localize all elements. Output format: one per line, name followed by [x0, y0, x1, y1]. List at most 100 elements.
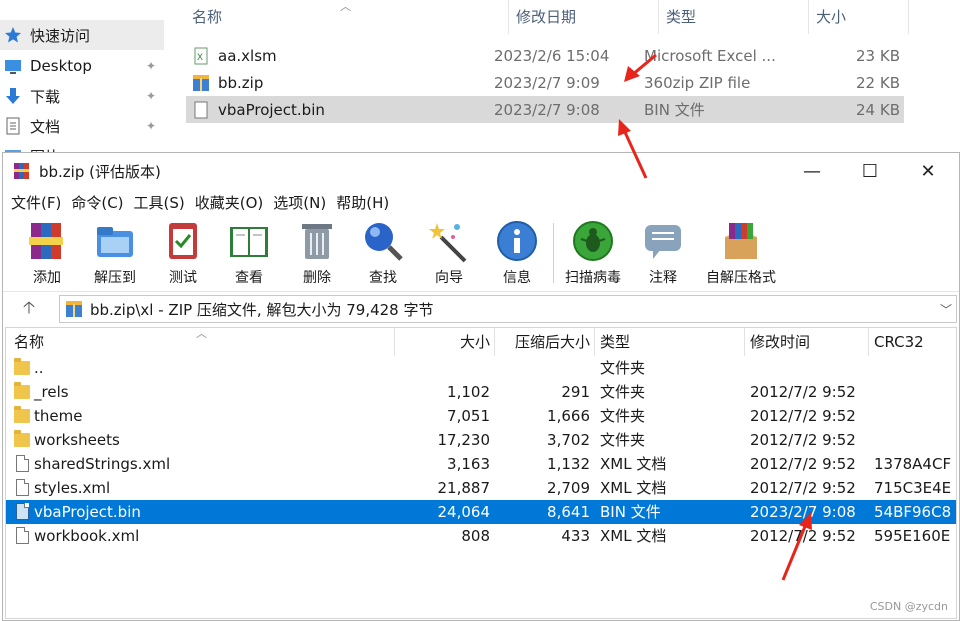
sort-up-icon: ︿	[340, 0, 351, 13]
nav-desktop[interactable]: Desktop ✦	[0, 51, 164, 81]
excel-file-icon: X	[192, 47, 210, 65]
chevron-down-icon[interactable]: ﹀	[936, 301, 956, 318]
list-header-packed[interactable]: 压缩后大小	[494, 328, 590, 356]
item-size: 808	[461, 527, 490, 545]
item-packed: 2,709	[547, 479, 590, 497]
wizard-button[interactable]: 向导	[417, 219, 481, 287]
file-row[interactable]: X aa.xlsm 2023/2/6 15:04 Microsoft Excel…	[186, 42, 904, 69]
list-item[interactable]: styles.xml 21,887 2,709 XML 文档 2012/7/2 …	[6, 476, 956, 500]
menu-commands[interactable]: 命令(C)	[71, 192, 123, 213]
delete-button[interactable]: 删除	[285, 219, 349, 287]
winrar-window: bb.zip (评估版本) — ☐ ✕ 文件(F) 命令(C) 工具(S) 收藏…	[2, 152, 960, 621]
item-type: BIN 文件	[600, 503, 661, 521]
file-size: 24 KB	[856, 100, 900, 119]
file-row[interactable]: bb.zip 2023/2/7 9:09 360zip ZIP file 22 …	[186, 69, 904, 96]
file-row-selected[interactable]: vbaProject.bin 2023/2/7 9:08 BIN 文件 24 K…	[186, 96, 904, 123]
svg-text:X: X	[197, 52, 203, 62]
folder-icon	[14, 382, 30, 401]
list-header-modified[interactable]: 修改时间	[750, 328, 810, 356]
nav-downloads-label: 下载	[30, 87, 61, 106]
menu-file[interactable]: 文件(F)	[11, 192, 61, 213]
documents-icon	[4, 117, 22, 135]
list-item-selected[interactable]: vbaProject.bin 24,064 8,641 BIN 文件 2023/…	[6, 500, 956, 524]
item-type: XML 文档	[600, 527, 667, 545]
menu-options[interactable]: 选项(N)	[273, 192, 326, 213]
item-packed: 8,641	[547, 503, 590, 521]
menu-tools[interactable]: 工具(S)	[134, 192, 185, 213]
pin-icon[interactable]: ✦	[144, 89, 158, 103]
column-header-type[interactable]: 类型	[658, 0, 696, 34]
item-type: XML 文档	[600, 479, 667, 497]
add-button[interactable]: 添加	[15, 219, 79, 287]
sfx-button[interactable]: 自解压格式	[703, 219, 779, 287]
file-type: Microsoft Excel ...	[644, 46, 776, 65]
virus-scan-button[interactable]: 扫描病毒	[561, 219, 625, 287]
add-archive-icon	[25, 219, 69, 263]
column-header-name[interactable]: 名称	[184, 0, 222, 34]
item-type: 文件夹	[600, 431, 646, 449]
sort-up-icon: ︿	[196, 327, 207, 340]
item-type: XML 文档	[600, 455, 667, 473]
test-button[interactable]: 测试	[151, 219, 215, 287]
info-button[interactable]: 信息	[485, 219, 549, 287]
folder-icon	[14, 430, 30, 449]
title-bar[interactable]: bb.zip (评估版本) — ☐ ✕	[3, 153, 959, 189]
window-title: bb.zip (评估版本)	[39, 162, 161, 181]
list-item[interactable]: sharedStrings.xml 3,163 1,132 XML 文档 201…	[6, 452, 956, 476]
find-button[interactable]: 查找	[351, 219, 415, 287]
item-crc: 54BF96C8	[874, 503, 952, 521]
list-item[interactable]: _rels 1,102 291 文件夹 2012/7/2 9:52	[6, 380, 956, 404]
close-button[interactable]: ✕	[899, 153, 957, 189]
toolbar: 添加 解压到 测试 查看 删除 查找 向导 信息 扫描病毒 注释 自解压格式	[3, 217, 959, 289]
maximize-button[interactable]: ☐	[841, 153, 899, 189]
list-item[interactable]: .. 文件夹	[6, 356, 956, 380]
item-modified: 2012/7/2 9:52	[750, 407, 856, 425]
view-button[interactable]: 查看	[217, 219, 281, 287]
file-list-pane: 名称 ︿ 修改日期 类型 大小 X aa.xlsm 2023/2/6 15:04…	[164, 0, 960, 160]
item-packed: 1,132	[547, 455, 590, 473]
address-text: bb.zip\xl - ZIP 压缩文件, 解包大小为 79,428 字节	[90, 300, 434, 319]
column-header-modified[interactable]: 修改日期	[508, 0, 576, 34]
star-icon	[4, 26, 22, 44]
nav-documents-label: 文档	[30, 117, 61, 136]
menu-favorites[interactable]: 收藏夹(O)	[195, 192, 264, 213]
list-item[interactable]: workbook.xml 808 433 XML 文档 2012/7/2 9:5…	[6, 524, 956, 548]
zip-archive-icon	[65, 300, 83, 318]
folder-icon	[14, 406, 30, 425]
view-label: 查看	[235, 270, 263, 286]
address-field[interactable]: bb.zip\xl - ZIP 压缩文件, 解包大小为 79,428 字节 ﹀	[59, 295, 957, 323]
list-header-name[interactable]: 名称	[14, 328, 44, 356]
pin-icon[interactable]: ✦	[144, 119, 158, 133]
extract-to-label: 解压到	[94, 270, 136, 286]
nav-documents[interactable]: 文档 ✦	[0, 111, 164, 141]
extract-to-button[interactable]: 解压到	[83, 219, 147, 287]
nav-downloads[interactable]: 下载 ✦	[0, 81, 164, 111]
item-size: 7,051	[447, 407, 490, 425]
file-modified: 2023/2/6 15:04	[494, 46, 610, 65]
column-header-size[interactable]: 大小	[808, 0, 846, 34]
list-item[interactable]: theme 7,051 1,666 文件夹 2012/7/2 9:52	[6, 404, 956, 428]
list-item[interactable]: worksheets 17,230 3,702 文件夹 2012/7/2 9:5…	[6, 428, 956, 452]
file-icon	[192, 101, 210, 119]
minimize-button[interactable]: —	[783, 153, 841, 189]
menu-help[interactable]: 帮助(H)	[336, 192, 389, 213]
file-icon	[14, 479, 30, 497]
menu-bar: 文件(F) 命令(C) 工具(S) 收藏夹(O) 选项(N) 帮助(H)	[3, 189, 959, 215]
item-crc: 1378A4CF	[874, 455, 952, 473]
folder-icon	[14, 358, 30, 377]
extract-folder-icon	[93, 219, 137, 263]
virus-scan-label: 扫描病毒	[565, 270, 621, 286]
nav-quick-access[interactable]: 快速访问	[0, 20, 164, 50]
pin-icon[interactable]: ✦	[144, 59, 158, 73]
list-header-size[interactable]: 大小	[394, 328, 490, 356]
file-modified: 2023/2/7 9:08	[494, 100, 600, 119]
item-packed: 433	[561, 527, 590, 545]
sfx-box-icon	[719, 219, 763, 263]
list-header-type[interactable]: 类型	[600, 328, 630, 356]
list-header-crc[interactable]: CRC32	[874, 328, 924, 356]
comment-button[interactable]: 注释	[631, 219, 695, 287]
item-modified: 2012/7/2 9:52	[750, 479, 856, 497]
file-modified: 2023/2/7 9:09	[494, 73, 600, 92]
add-label: 添加	[33, 270, 61, 286]
up-arrow-icon[interactable]: 🡡	[11, 294, 47, 324]
